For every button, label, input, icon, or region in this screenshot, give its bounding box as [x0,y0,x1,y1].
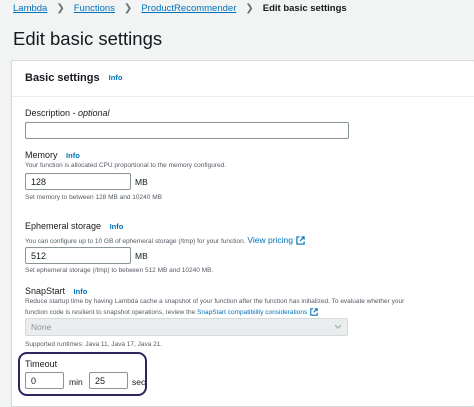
ephemeral-info-link[interactable]: Info [110,222,124,231]
external-link-icon [296,236,305,245]
memory-input[interactable]: 128 [25,173,131,190]
memory-constraint: Set memory to between 128 MB and 10240 M… [25,194,162,201]
timeout-minutes-unit: min [69,377,83,387]
snapstart-help-line1: Reduce startup time by having Lambda cac… [25,298,405,305]
timeout-label: Timeout [25,359,58,369]
snapstart-help-line2-row: function code is resilient to snapshot o… [25,308,318,316]
breadcrumb-current: Edit basic settings [262,3,347,14]
timeout-minutes-input[interactable]: 0 [25,372,64,389]
card-title-text: Basic settings [25,72,100,84]
memory-info-link[interactable]: Info [66,151,80,160]
snapstart-selected-value: None [31,322,52,332]
timeout-seconds-unit: sec [132,377,146,387]
snapstart-help-line2: function code is resilient to snapshot o… [25,309,196,316]
snapstart-considerations-link[interactable]: SnapStart compatibility considerations [197,308,318,316]
ephemeral-input[interactable]: 512 [25,247,131,264]
memory-unit: MB [135,177,148,187]
chevron-down-icon [334,324,342,329]
snapstart-label-text: SnapStart [25,286,66,296]
description-optional: optional [78,108,110,118]
card-info-link[interactable]: Info [109,73,123,82]
snapstart-considerations-text: SnapStart compatibility considerations [197,309,308,316]
chevron-right-icon: ❯ [123,3,133,14]
view-pricing-text: View pricing [247,235,294,245]
external-link-icon [310,308,318,316]
ephemeral-label-text: Ephemeral storage [25,221,102,231]
chevron-right-icon: ❯ [245,3,254,14]
memory-label-text: Memory [25,150,58,160]
description-label: Description - optional [25,108,110,118]
breadcrumb-lambda[interactable]: Lambda [13,3,47,14]
memory-help: Your function is allocated CPU proportio… [25,162,227,169]
timeout-seconds-input[interactable]: 25 [89,372,128,389]
page-title: Edit basic settings [13,28,163,49]
ephemeral-constraint: Set ephemeral storage (/tmp) to between … [25,267,214,274]
ephemeral-help: You can configure up to 10 GB of ephemer… [25,238,246,245]
description-input[interactable] [25,122,349,139]
chevron-right-icon: ❯ [56,3,65,14]
card-header: Basic settings Info [12,61,474,97]
snapstart-label: SnapStart Info [25,286,87,296]
ephemeral-unit: MB [135,251,148,261]
ephemeral-label: Ephemeral storage Info [25,221,123,231]
description-label-text: Description [25,108,71,118]
breadcrumb: Lambda ❯ Functions ❯ ProductRecommender … [13,3,347,14]
card-title: Basic settings Info [25,72,122,84]
snapstart-info-link[interactable]: Info [74,287,88,296]
memory-label: Memory Info [25,150,80,160]
breadcrumb-functions[interactable]: Functions [74,3,115,14]
breadcrumb-function-name[interactable]: ProductRecommender [141,3,236,14]
snapstart-select[interactable]: None [25,318,348,336]
description-separator: - [70,108,79,118]
view-pricing-link[interactable]: View pricing [247,235,305,245]
ephemeral-help-row: You can configure up to 10 GB of ephemer… [25,235,305,245]
snapstart-runtimes: Supported runtimes: Java 11, Java 17, Ja… [25,341,163,348]
